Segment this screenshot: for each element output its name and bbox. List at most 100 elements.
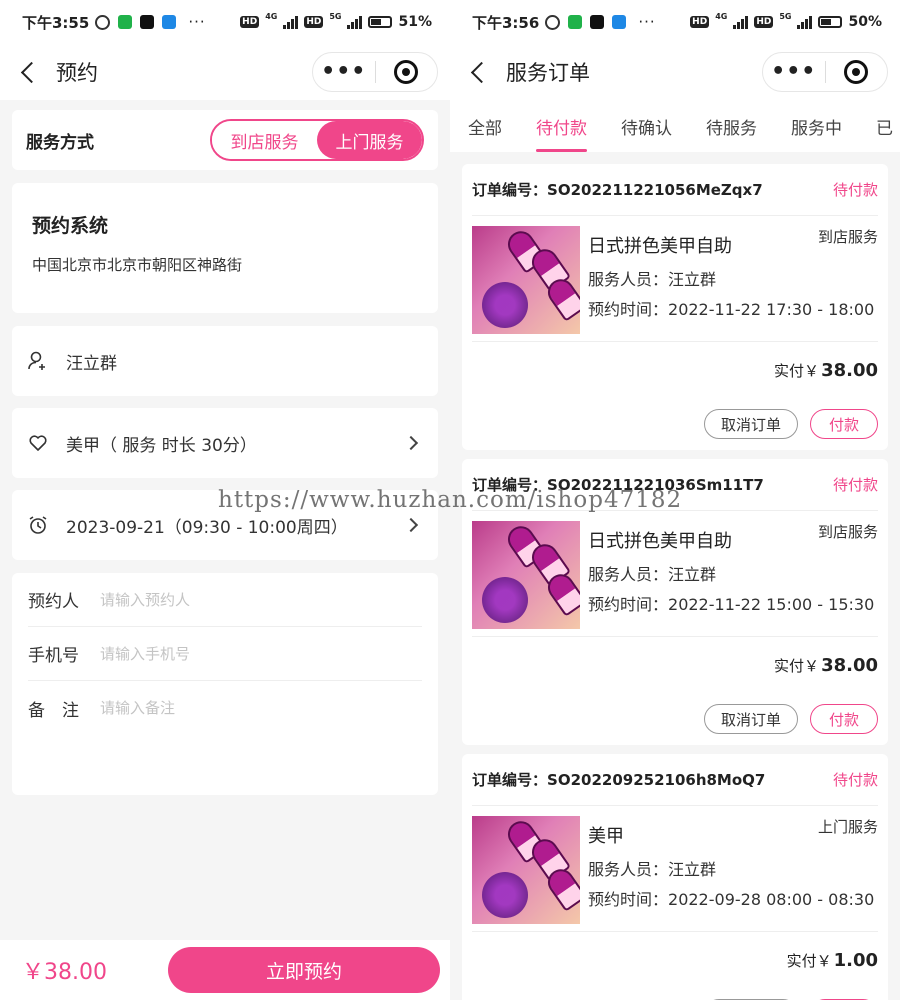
order-service-type: 到店服务 xyxy=(817,228,878,246)
more-menu-icon[interactable]: ••• xyxy=(763,61,825,83)
target-icon xyxy=(394,60,419,84)
miniprogram-capsule: ••• xyxy=(762,52,888,92)
order-service-type: 到店服务 xyxy=(817,523,878,541)
status-time: 下午3:56 xyxy=(472,13,540,32)
service-row[interactable]: 美甲（ 服务 时长 30分） xyxy=(12,408,438,478)
booker-input[interactable] xyxy=(100,590,350,609)
service-mode-toggle: 到店服务 上门服务 xyxy=(210,119,424,161)
booker-row: 预约人 xyxy=(28,573,422,627)
alarm-clock-icon xyxy=(29,516,47,534)
phone-input[interactable] xyxy=(100,644,350,663)
order-card[interactable]: 订单编号： SO202211221036Sm11T7 待付款 日式拼色美甲自助 到店服务… xyxy=(462,459,888,745)
status-bar: 下午3:56 ··· HD 4G HD 5G 50% xyxy=(450,0,900,44)
tab-all[interactable]: 全部 xyxy=(468,100,502,152)
more-menu-icon[interactable]: ••• xyxy=(313,61,375,83)
booking-footer: ￥38.00 立即预约 xyxy=(0,940,450,1000)
page-title: 预约 xyxy=(56,61,98,85)
cancel-order-button[interactable]: 取消订单 xyxy=(703,409,798,439)
order-header: 订单编号： SO202209252106h8MoQ7 待付款 xyxy=(472,754,878,806)
phone-app-icon xyxy=(568,15,583,29)
order-detail: 美甲 上门服务 服务人员：汪立群 预约时间：2022-09-28 08:00 - 08… xyxy=(588,816,878,921)
pay-button[interactable]: 付款 xyxy=(809,409,878,439)
heart-icon xyxy=(29,435,47,451)
order-staff: 汪立群 xyxy=(668,565,717,584)
order-staff: 汪立群 xyxy=(668,270,717,289)
order-actions: 取消订单付款 xyxy=(472,988,878,1000)
order-card[interactable]: 订单编号： SO202209252106h8MoQ7 待付款 美甲 上门服务 服务人员：汪… xyxy=(462,754,888,1000)
home-service-option[interactable]: 上门服务 xyxy=(317,121,422,159)
close-miniprogram-button[interactable] xyxy=(376,60,438,84)
alarm-icon xyxy=(545,14,561,30)
order-detail: 日式拼色美甲自助 到店服务 服务人员：汪立群 预约时间：2022-11-22 17:3… xyxy=(588,226,878,331)
tab-pending-confirm[interactable]: 待确认 xyxy=(621,100,672,152)
cancel-order-button[interactable]: 取消订单 xyxy=(703,704,798,734)
time-label: 预约时间： xyxy=(588,890,669,909)
pay-button[interactable]: 付款 xyxy=(809,704,878,734)
close-miniprogram-button[interactable] xyxy=(826,60,888,84)
order-amount: 1.00 xyxy=(833,949,878,971)
remark-label: 备 注 xyxy=(28,700,79,721)
tab-pending-payment[interactable]: 待付款 xyxy=(536,100,587,152)
nail-art-thumbnail xyxy=(472,226,580,334)
time-label: 预约时间： xyxy=(588,595,669,614)
order-body: 美甲 上门服务 服务人员：汪立群 预约时间：2022-09-28 08:00 - 08… xyxy=(472,806,878,932)
order-payment: 实付￥ 1.00 xyxy=(472,932,878,988)
book-now-button[interactable]: 立即预约 xyxy=(168,947,440,993)
shop-address: 中国北京市北京市朝阳区神路街 xyxy=(32,256,243,274)
service-name: 美甲（ 服务 时长 30分） xyxy=(66,435,257,456)
service-mode-label: 服务方式 xyxy=(26,132,94,153)
staff-label: 服务人员： xyxy=(588,565,669,584)
order-header: 订单编号： SO202211221036Sm11T7 待付款 xyxy=(472,459,878,511)
add-user-icon xyxy=(28,351,45,370)
booking-screen: 下午3:55 ··· HD 4G HD 5G 51% 预约 ••• 服务方式 到… xyxy=(0,0,450,1000)
order-time: 2022-11-22 17:30 - 18:00 xyxy=(668,300,875,319)
total-price: ￥38.00 xyxy=(22,960,107,985)
hd-icon: HD xyxy=(304,16,324,28)
chevron-right-icon xyxy=(403,435,419,451)
order-number: SO202211221036Sm11T7 xyxy=(547,475,764,494)
order-header: 订单编号： SO202211221056MeZqx7 待付款 xyxy=(472,164,878,216)
back-arrow-icon[interactable] xyxy=(468,62,488,82)
order-time: 2022-09-28 08:00 - 08:30 xyxy=(668,890,875,909)
order-actions: 取消订单付款 xyxy=(472,398,878,450)
in-store-option[interactable]: 到店服务 xyxy=(212,121,317,159)
staff-label: 服务人员： xyxy=(588,270,669,289)
battery-percent: 50% xyxy=(848,14,882,30)
staff-name: 汪立群 xyxy=(66,353,117,374)
status-bar: 下午3:55 ··· HD 4G HD 5G 51% xyxy=(0,0,450,44)
booker-label: 预约人 xyxy=(28,592,79,612)
order-time: 2022-11-22 15:00 - 15:30 xyxy=(668,595,875,614)
booking-form: 预约人 手机号 备 注 xyxy=(12,573,438,795)
phone-label: 手机号 xyxy=(28,646,79,666)
order-body: 日式拼色美甲自助 到店服务 服务人员：汪立群 预约时间：2022-11-22 15:0… xyxy=(472,511,878,637)
order-status: 待付款 xyxy=(832,476,878,494)
back-arrow-icon[interactable] xyxy=(18,62,38,82)
notification-icon xyxy=(612,15,627,29)
time-row[interactable]: 2023-09-21（09:30 - 10:00周四） xyxy=(12,490,438,560)
orders-screen: 下午3:56 ··· HD 4G HD 5G 50% 服务订单 ••• 全部 待… xyxy=(450,0,900,1000)
tab-done[interactable]: 已 xyxy=(876,100,893,152)
paid-label: 实付￥ xyxy=(774,656,820,675)
network-label: 5G xyxy=(329,11,342,21)
order-status: 待付款 xyxy=(832,181,878,199)
remark-input[interactable] xyxy=(100,699,350,717)
order-service-type: 上门服务 xyxy=(817,818,878,836)
time-label: 预约时间： xyxy=(588,300,669,319)
order-actions: 取消订单付款 xyxy=(472,693,878,745)
network-label: 4G xyxy=(715,11,728,21)
tab-pending-service[interactable]: 待服务 xyxy=(706,100,757,152)
shop-name: 预约系统 xyxy=(32,215,109,237)
order-staff: 汪立群 xyxy=(668,860,717,879)
paid-label: 实付￥ xyxy=(774,361,820,380)
chevron-right-icon xyxy=(403,517,419,533)
network-label: 5G xyxy=(779,11,792,21)
nail-art-thumbnail xyxy=(472,816,580,924)
order-payment: 实付￥ 38.00 xyxy=(472,342,878,398)
order-card[interactable]: 订单编号： SO202211221056MeZqx7 待付款 日式拼色美甲自助 到店服务… xyxy=(462,164,888,450)
tab-in-service[interactable]: 服务中 xyxy=(791,100,842,152)
hd-icon: HD xyxy=(240,16,260,28)
tiktok-icon xyxy=(140,15,155,29)
order-no-label: 订单编号： xyxy=(472,181,548,199)
nav-bar: 预约 ••• xyxy=(0,44,450,100)
staff-row[interactable]: 汪立群 xyxy=(12,326,438,396)
